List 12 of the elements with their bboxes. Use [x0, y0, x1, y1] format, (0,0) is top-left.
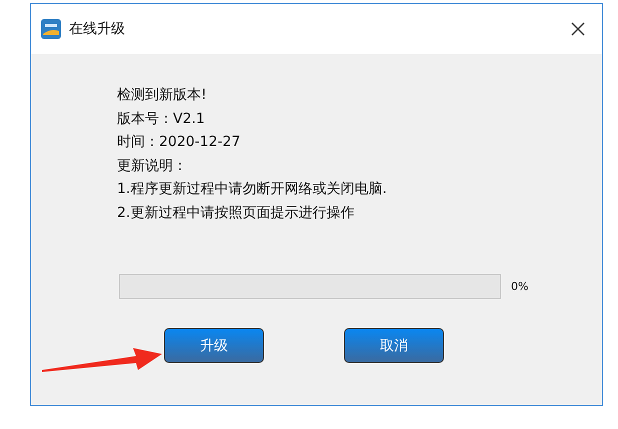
info-text: 更新说明：	[117, 156, 188, 176]
info-text: 检测到新版本!	[117, 86, 208, 105]
progress-percent: 0%	[511, 280, 528, 293]
close-icon[interactable]	[570, 21, 586, 37]
window-title: 在线升级	[69, 20, 126, 38]
info-text: 2.更新过程中请按照页面提示进行操作	[117, 204, 356, 222]
dialog-button[interactable]: 升级	[164, 328, 264, 363]
info-text: 版本号：V2.1	[117, 110, 206, 128]
info-text: 时间：2020-12-27	[117, 133, 242, 152]
app-icon	[41, 19, 61, 39]
info-text: 1.程序更新过程中请勿断开网络或关闭电脑.	[117, 180, 388, 199]
dialog-button[interactable]: 取消	[344, 328, 444, 363]
